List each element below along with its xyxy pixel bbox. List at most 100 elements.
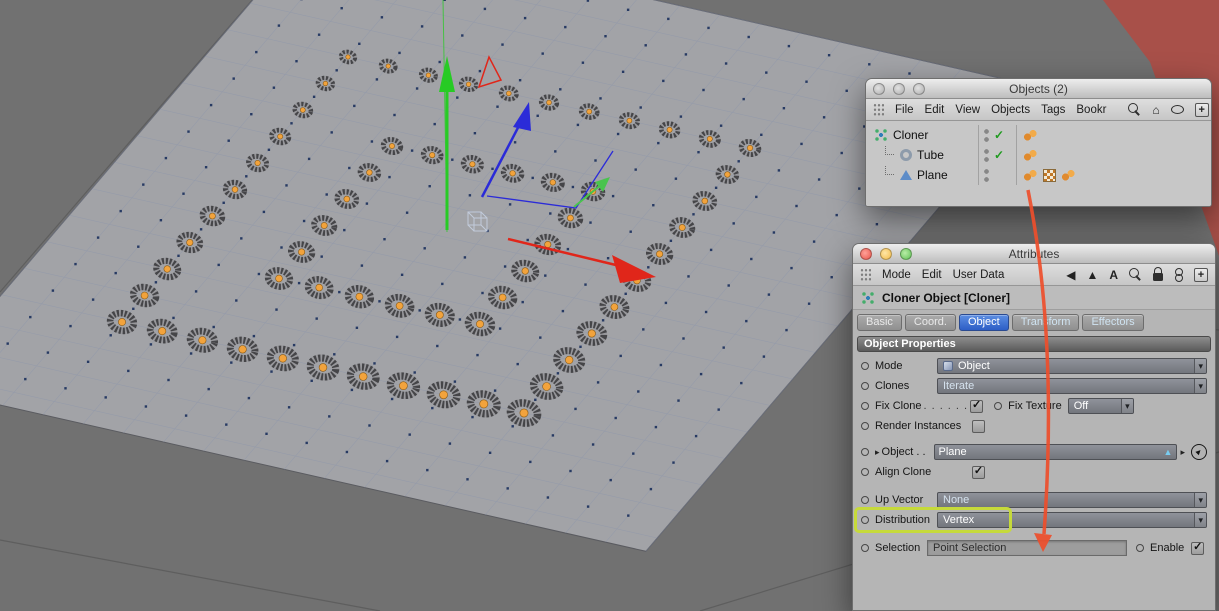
history-back-icon[interactable]: ◀ <box>1066 269 1075 281</box>
close-button[interactable] <box>860 248 872 260</box>
object-name[interactable]: Cloner <box>893 128 928 142</box>
row-clones: Clones Iterate ▾ <box>853 376 1215 396</box>
keyframe-dot[interactable] <box>861 516 869 524</box>
home-icon[interactable]: ⌂ <box>1152 104 1159 116</box>
tab-effectors[interactable]: Effectors <box>1082 314 1144 331</box>
attributes-body: Cloner Object [Cloner] Basic Coord. Obje… <box>853 286 1215 610</box>
menu-bookmarks[interactable]: Bookr <box>1076 104 1106 116</box>
arrow-mode-icon[interactable]: ▲ <box>1086 269 1098 281</box>
keyframe-dot[interactable] <box>861 402 869 410</box>
fix-texture-dropdown[interactable]: Off ▾ <box>1067 398 1134 414</box>
menu-file[interactable]: File <box>895 104 914 116</box>
keyframe-dot[interactable] <box>861 544 869 552</box>
enabled-check-icon[interactable]: ✓ <box>994 128 1004 142</box>
align-clone-checkbox[interactable]: ✓ <box>972 465 985 479</box>
tab-object[interactable]: Object <box>958 314 1009 331</box>
tree-row-plane[interactable]: Plane <box>866 165 1211 185</box>
menu-tags[interactable]: Tags <box>1041 104 1065 116</box>
check-icon: ✓ <box>1193 541 1203 553</box>
disclosure-icon[interactable]: ▸ <box>875 447 880 458</box>
up-vector-value: None <box>943 494 970 506</box>
row-selection: Selection Point Selection Enable ✓ <box>853 538 1215 558</box>
selection-label: Selection <box>875 542 921 554</box>
keyframe-dot[interactable] <box>861 468 869 476</box>
distribution-dropdown[interactable]: Vertex ▾ <box>937 512 1207 528</box>
menu-view[interactable]: View <box>955 104 980 116</box>
tree-row-tube[interactable]: Tube ✓ <box>866 145 1211 165</box>
keyframe-dot[interactable] <box>861 362 869 370</box>
objects-titlebar[interactable]: Objects (2) <box>866 79 1211 99</box>
pick-object-button[interactable]: ► <box>1191 444 1207 460</box>
keyframe-dot[interactable] <box>861 382 869 390</box>
visibility-toggles: ✓ <box>978 125 1016 145</box>
visibility-dots-icon[interactable] <box>983 147 990 163</box>
object-name[interactable]: Plane <box>917 168 948 182</box>
keyframe-dot[interactable] <box>861 448 869 456</box>
add-panel-button[interactable]: + <box>1194 267 1208 282</box>
text-mode-icon[interactable]: A <box>1109 269 1118 281</box>
cloner-name-cell: Cloner <box>866 125 978 145</box>
keyframe-dot[interactable] <box>861 422 869 430</box>
link-icon[interactable] <box>1174 267 1183 282</box>
menu-edit[interactable]: Edit <box>922 269 942 281</box>
object-link-field[interactable]: Plane ▲ <box>933 444 1178 460</box>
palette-grip-icon[interactable] <box>860 268 871 281</box>
eye-icon[interactable] <box>1170 105 1184 114</box>
texture-tag-icon[interactable] <box>1043 168 1056 182</box>
search-icon[interactable] <box>1129 268 1142 281</box>
tube-icon <box>900 149 912 161</box>
zoom-button[interactable] <box>900 248 912 260</box>
minimize-button[interactable] <box>893 83 905 95</box>
tree-row-cloner[interactable]: Cloner ✓ <box>866 125 1211 145</box>
cloner-icon <box>861 290 875 305</box>
tab-transform[interactable]: Transform <box>1011 314 1080 331</box>
clones-dropdown[interactable]: Iterate ▾ <box>937 378 1207 394</box>
minimize-button[interactable] <box>880 248 892 260</box>
lock-icon[interactable] <box>1153 267 1163 281</box>
link-arrow-icon[interactable]: ▲ <box>1164 447 1173 457</box>
clones-value: Iterate <box>943 380 975 392</box>
keyframe-dot[interactable] <box>1136 544 1144 552</box>
menu-user-data[interactable]: User Data <box>953 269 1005 281</box>
up-vector-dropdown[interactable]: None ▾ <box>937 492 1207 508</box>
render-instances-checkbox[interactable] <box>972 419 985 433</box>
add-panel-button[interactable]: + <box>1194 102 1209 117</box>
up-vector-label: Up Vector <box>875 494 924 506</box>
disclosure-icon[interactable]: ▸ <box>1180 447 1185 458</box>
chevron-down-icon[interactable]: ▾ <box>1194 359 1206 373</box>
tab-coord[interactable]: Coord. <box>904 314 956 331</box>
visibility-dots-icon[interactable] <box>983 167 990 183</box>
close-button[interactable] <box>873 83 885 95</box>
window-controls <box>873 83 925 95</box>
mode-dropdown[interactable]: Object ▾ <box>937 358 1207 374</box>
object-name[interactable]: Tube <box>917 148 944 162</box>
phong-tag-icon[interactable] <box>1023 128 1038 142</box>
visibility-dots-icon[interactable] <box>983 127 990 143</box>
attributes-titlebar[interactable]: Attributes <box>853 244 1215 264</box>
menu-mode[interactable]: Mode <box>882 269 911 281</box>
enabled-check-icon[interactable]: ✓ <box>994 148 1004 162</box>
zoom-button[interactable] <box>913 83 925 95</box>
search-icon[interactable] <box>1128 103 1141 116</box>
menu-objects[interactable]: Objects <box>991 104 1030 116</box>
point-selection-tag-icon[interactable] <box>1023 168 1038 182</box>
row-mode: Mode Object ▾ <box>853 356 1215 376</box>
mode-label: Mode <box>875 360 903 372</box>
palette-grip-icon[interactable] <box>873 103 884 116</box>
selection-input[interactable]: Point Selection <box>927 540 1127 556</box>
chevron-down-icon[interactable]: ▾ <box>1194 513 1206 527</box>
keyframe-dot[interactable] <box>861 496 869 504</box>
chevron-down-icon[interactable]: ▾ <box>1194 379 1206 393</box>
enable-checkbox[interactable]: ✓ <box>1191 541 1205 555</box>
section-header[interactable]: Object Properties <box>857 336 1211 352</box>
chevron-down-icon[interactable]: ▾ <box>1121 399 1133 413</box>
align-clone-label: Align Clone <box>875 466 932 478</box>
selection-tag-icon[interactable] <box>1061 168 1076 182</box>
tab-basic[interactable]: Basic <box>857 314 902 331</box>
fix-clone-checkbox[interactable]: ✓ <box>970 399 984 413</box>
keyframe-dot[interactable] <box>994 402 1003 410</box>
pick-arrow-icon: ► <box>1192 445 1205 458</box>
menu-edit[interactable]: Edit <box>925 104 945 116</box>
phong-tag-icon[interactable] <box>1023 148 1038 162</box>
chevron-down-icon[interactable]: ▾ <box>1194 493 1206 507</box>
